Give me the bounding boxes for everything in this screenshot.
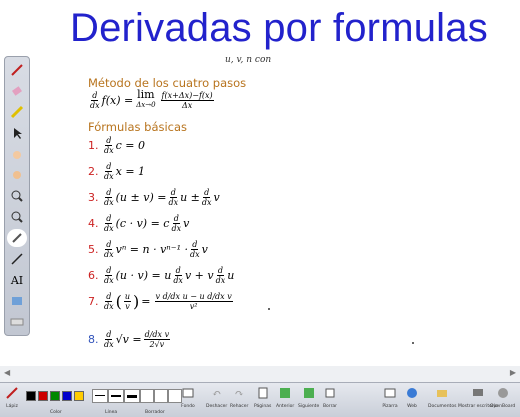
pages-icon xyxy=(255,385,271,401)
clear-button[interactable]: Borrar xyxy=(322,385,338,409)
stray-mark xyxy=(268,308,270,310)
zoom-out-icon[interactable] xyxy=(7,208,27,226)
horizontal-scrollbar[interactable]: ◀ ▶ xyxy=(0,366,520,382)
marker-icon[interactable] xyxy=(7,103,27,121)
pen-icon[interactable] xyxy=(7,61,27,79)
color-swatch-black[interactable] xyxy=(26,391,36,401)
laser-pointer-icon[interactable] xyxy=(7,229,27,247)
pages-button[interactable]: Páginas xyxy=(254,385,271,409)
next-page-button[interactable]: Siguiente xyxy=(298,385,319,409)
cutoff-text: u, v, n con xyxy=(225,55,272,65)
line-tool-icon[interactable] xyxy=(7,250,27,268)
previous-page-icon xyxy=(277,385,293,401)
basic-formulas-heading: Fórmulas básicas xyxy=(88,120,188,134)
formula-4: 4. d dx (c · v) = c d dx v xyxy=(88,214,190,233)
next-page-icon xyxy=(301,385,317,401)
documents-button[interactable]: Documentos xyxy=(428,385,456,409)
eraser-icon[interactable] xyxy=(7,82,27,100)
derivative-definition: d dx f(x) = lim Δx→0 f(x+Δx)−f(x) Δx xyxy=(90,88,214,110)
board-icon xyxy=(382,385,398,401)
color-swatch-red[interactable] xyxy=(38,391,48,401)
color-swatch-blue[interactable] xyxy=(62,391,72,401)
keyboard-icon[interactable] xyxy=(7,313,27,331)
color-swatch-yellow[interactable] xyxy=(74,391,84,401)
stray-mark xyxy=(412,342,414,344)
redo-icon: ↷ xyxy=(234,386,244,400)
formula-5: 5. d dx vⁿ = n · vⁿ⁻¹ · d dx v xyxy=(88,240,208,259)
capture-icon[interactable] xyxy=(7,292,27,310)
openboard-icon xyxy=(495,385,511,401)
undo-icon: ↶ xyxy=(212,386,222,400)
folder-icon xyxy=(434,385,450,401)
scroll-right-icon[interactable]: ▶ xyxy=(510,368,516,377)
background-icon xyxy=(180,385,196,401)
desktop-icon xyxy=(470,385,486,401)
pen-button[interactable]: Lápiz xyxy=(4,385,20,409)
text-tool-icon[interactable]: AI xyxy=(7,271,27,289)
slide-title: Derivadas por formulas xyxy=(70,6,488,50)
color-swatch-green[interactable] xyxy=(50,391,60,401)
hand-move-icon[interactable] xyxy=(7,166,27,184)
redo-button[interactable]: ↷ Rehacer xyxy=(230,385,248,410)
openboard-button[interactable]: OpenBoard xyxy=(490,385,515,409)
line-medium-button[interactable] xyxy=(108,389,124,403)
line-thick-button[interactable] xyxy=(124,389,140,403)
web-button[interactable]: Web xyxy=(404,385,420,409)
formula-1: 1. d dx c = 0 xyxy=(88,136,146,155)
formula-8: 8. d dx √v = d/dx v 2√v xyxy=(88,330,171,349)
bottom-toolbar: Lápiz Color Línea Borrador Fondo ↶ Desha… xyxy=(0,382,520,417)
formula-6: 6. d dx (u · v) = u d dx v + v d dx u xyxy=(88,266,235,285)
board-button[interactable]: Pizarra xyxy=(382,385,398,409)
undo-button[interactable]: ↶ Deshacer xyxy=(206,385,227,410)
clear-icon xyxy=(322,385,338,401)
previous-page-button[interactable]: Anterior xyxy=(276,385,294,409)
background-button[interactable]: Fondo xyxy=(180,385,196,409)
slide-content: Método de los cuatro pasos d dx f(x) = li… xyxy=(88,76,418,349)
scroll-left-icon[interactable]: ◀ xyxy=(4,368,10,377)
eraser-medium-button[interactable] xyxy=(154,389,168,403)
globe-icon xyxy=(404,385,420,401)
line-thin-button[interactable] xyxy=(92,389,108,403)
eraser-small-button[interactable] xyxy=(140,389,154,403)
hand-interact-icon[interactable] xyxy=(7,145,27,163)
left-toolbar: AI xyxy=(4,56,30,336)
zoom-in-icon[interactable] xyxy=(7,187,27,205)
formula-3: 3. d dx (u ± v) = d dx u ± d dx v xyxy=(88,188,220,207)
formula-7: 7. d dx ( uv ) = v d/dx u − u d/dx v v² xyxy=(88,292,233,311)
select-arrow-icon[interactable] xyxy=(7,124,27,142)
formula-2: 2. d dx x = 1 xyxy=(88,162,146,181)
pen-icon xyxy=(4,385,20,401)
